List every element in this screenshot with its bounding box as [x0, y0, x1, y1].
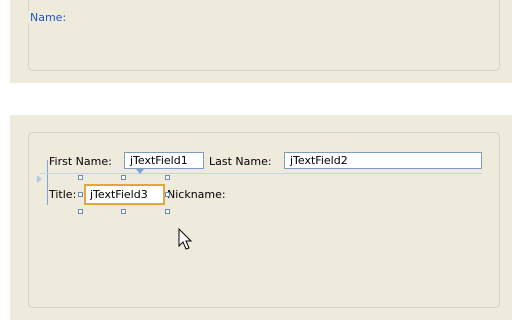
title-label: Title:	[49, 188, 77, 201]
design-panel	[10, 115, 512, 320]
resize-handle-w[interactable]	[78, 192, 83, 197]
first-name-field[interactable]: jTextField1	[124, 152, 204, 169]
last-name-label: Last Name:	[209, 155, 272, 168]
top-panel	[10, 0, 512, 83]
top-group-box	[28, 0, 500, 71]
anchor-caret-icon	[136, 169, 144, 174]
title-field-selected[interactable]: jTextField3	[84, 184, 165, 205]
resize-handle-n[interactable]	[121, 175, 126, 180]
resize-handle-sw[interactable]	[78, 209, 83, 214]
resize-handle-nw[interactable]	[78, 175, 83, 180]
nickname-label: Nickname:	[167, 188, 226, 201]
alignment-guide-horizontal	[40, 173, 482, 174]
first-name-label: First Name:	[49, 155, 112, 168]
anchor-arrow-icon	[37, 175, 42, 183]
resize-handle-ne[interactable]	[165, 175, 170, 180]
resize-handle-se[interactable]	[165, 209, 170, 214]
resize-handle-e[interactable]	[165, 192, 170, 197]
mouse-pointer-icon	[178, 228, 193, 250]
resize-handle-s[interactable]	[121, 209, 126, 214]
last-name-field[interactable]: jTextField2	[284, 152, 482, 169]
group-title: Name:	[28, 11, 69, 24]
alignment-guide-vertical	[47, 160, 48, 205]
